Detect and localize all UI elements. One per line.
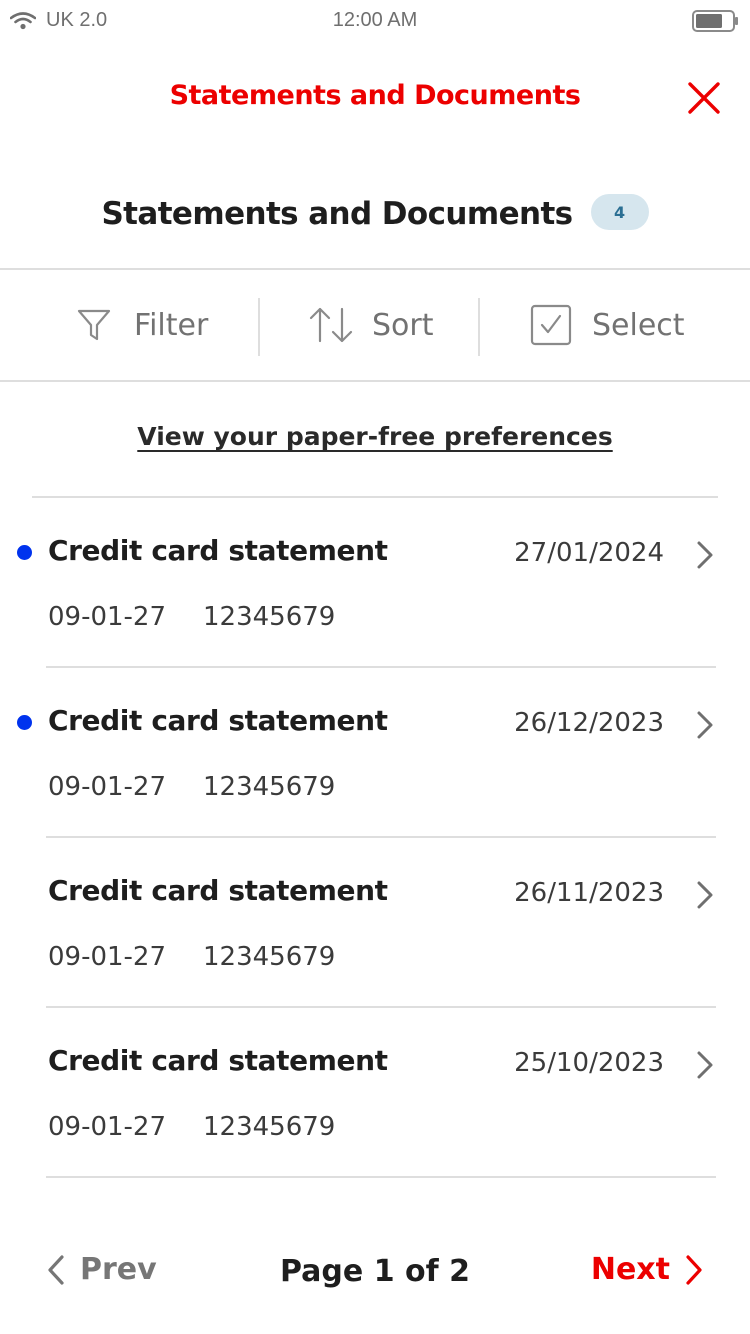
- sort-label: Sort: [372, 307, 434, 343]
- unread-indicator: [17, 545, 32, 560]
- sort-code: 09-01-27: [48, 942, 167, 972]
- next-label: Next: [590, 1252, 670, 1287]
- count-badge: 4: [590, 194, 649, 230]
- account-number: 12345679: [203, 772, 336, 802]
- status-time: 12:00 AM: [332, 9, 418, 31]
- statement-row[interactable]: Credit card statement 26/12/2023 09-01-2…: [0, 668, 750, 838]
- paper-free-preferences-link[interactable]: View your paper-free preferences: [0, 422, 750, 451]
- statement-date: 26/11/2023: [514, 878, 664, 908]
- sort-code: 09-01-27: [48, 1112, 167, 1142]
- account-number: 12345679: [203, 942, 336, 972]
- statement-row[interactable]: Credit card statement 27/01/2024 09-01-2…: [0, 498, 750, 668]
- pagination: Prev Page 1 of 2 Next: [0, 1240, 750, 1304]
- sort-code: 09-01-27: [48, 602, 167, 632]
- chevron-right-icon: [697, 541, 713, 569]
- statement-date: 27/01/2024: [514, 538, 664, 568]
- unread-indicator: [17, 715, 32, 730]
- section-heading: Statements and Documents 4: [0, 190, 750, 238]
- account-number: 12345679: [203, 602, 336, 632]
- battery-icon: [692, 10, 738, 32]
- row-divider: [46, 1176, 716, 1178]
- statement-date: 25/10/2023: [514, 1048, 664, 1078]
- close-icon[interactable]: [686, 80, 722, 116]
- statement-row[interactable]: Credit card statement 25/10/2023 09-01-2…: [0, 1008, 750, 1178]
- chevron-right-icon: [686, 1254, 702, 1285]
- chevron-right-icon: [697, 711, 713, 739]
- filter-button[interactable]: Filter: [76, 270, 208, 380]
- statement-title: Credit card statement: [48, 874, 388, 907]
- filter-icon: [77, 309, 111, 341]
- sort-code: 09-01-27: [48, 772, 167, 802]
- select-label: Select: [592, 307, 685, 343]
- statement-date: 26/12/2023: [514, 708, 664, 738]
- sort-icon: [309, 307, 353, 343]
- status-bar: UK 2.0 12:00 AM: [0, 0, 750, 44]
- chevron-right-icon: [697, 1051, 713, 1079]
- sort-button[interactable]: Sort: [308, 270, 434, 380]
- statement-title: Credit card statement: [48, 1044, 388, 1077]
- toolbar-divider: [478, 298, 480, 356]
- next-button[interactable]: Next: [591, 1252, 704, 1287]
- statement-title: Credit card statement: [48, 534, 388, 567]
- toolbar-divider: [258, 298, 260, 356]
- statement-row[interactable]: Credit card statement 26/11/2023 09-01-2…: [0, 838, 750, 1008]
- header-title: Statements and Documents: [169, 80, 581, 111]
- filter-label: Filter: [134, 307, 209, 343]
- checkbox-icon: [530, 304, 572, 346]
- toolbar: Filter Sort Select: [0, 268, 750, 382]
- statement-title: Credit card statement: [48, 704, 388, 737]
- select-button[interactable]: Select: [530, 270, 685, 380]
- chevron-right-icon: [697, 881, 713, 909]
- account-number: 12345679: [203, 1112, 336, 1142]
- section-title: Statements and Documents: [101, 196, 573, 232]
